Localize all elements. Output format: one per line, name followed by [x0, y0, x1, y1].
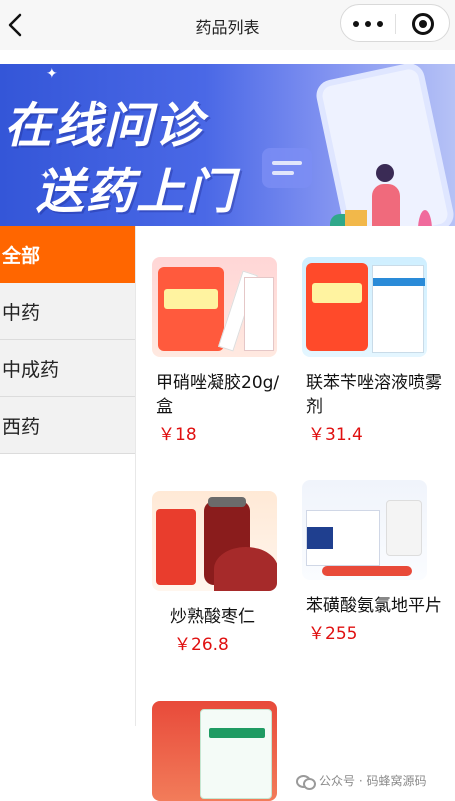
product-name: 甲硝唑凝胶20g/盒 — [156, 373, 280, 417]
watermark: 公众号 · 码蜂窝源码 — [296, 772, 427, 790]
product-box-illustration — [200, 709, 272, 799]
product-box-illustration — [372, 265, 425, 353]
doctor-illustration — [372, 184, 400, 226]
product-name: 炒熟酸枣仁 — [170, 607, 255, 627]
seeds-illustration — [214, 547, 277, 591]
promo-banner[interactable]: ✦ ✦ 在线问诊 送药上门 — [0, 64, 455, 226]
promo-tag — [156, 509, 196, 585]
promo-tag — [158, 267, 224, 351]
capsule-divider — [395, 14, 396, 34]
product-box-illustration — [306, 510, 380, 566]
wechat-icon — [296, 774, 316, 790]
product-card[interactable]: 甲硝唑凝胶20g/盒 ￥18 — [152, 257, 292, 445]
mini-program-capsule — [340, 4, 450, 42]
parcel-icon — [345, 210, 367, 226]
product-price: ￥31.4 — [308, 425, 363, 445]
product-price: ￥18 — [158, 425, 197, 445]
category-item-western[interactable]: 西药 — [0, 397, 135, 454]
promo-tag — [306, 263, 368, 351]
banner-headline-1: 在线问诊 — [4, 98, 205, 154]
product-box-illustration — [244, 277, 274, 351]
product-name: 联苯苄唑溶液喷雾剂 — [306, 373, 442, 417]
category-sidebar: 全部 中药 中成药 西药 — [0, 226, 136, 726]
product-image[interactable] — [152, 257, 277, 357]
more-dots-icon[interactable] — [353, 21, 383, 27]
price-bar-illustration — [322, 566, 412, 576]
sparkle-icon: ✦ — [46, 66, 58, 82]
product-card[interactable] — [152, 701, 292, 801]
product-price: ￥26.8 — [174, 635, 229, 655]
category-item-all[interactable]: 全部 — [0, 226, 135, 283]
product-image[interactable] — [152, 701, 277, 801]
watermark-text: 公众号 · 码蜂窝源码 — [319, 774, 427, 788]
doctor-illustration-head — [376, 164, 394, 182]
product-image[interactable] — [302, 480, 427, 580]
product-price: ￥255 — [308, 624, 358, 644]
product-image[interactable] — [152, 491, 277, 591]
product-image[interactable] — [302, 257, 427, 357]
banner-headline-2: 送药上门 — [36, 164, 237, 220]
product-card[interactable]: 联苯苄唑溶液喷雾剂 ￥31.4 — [302, 257, 442, 445]
blister-pack-illustration — [386, 500, 422, 556]
chat-bubble-icon — [262, 148, 312, 188]
product-card[interactable]: 炒熟酸枣仁 ￥26.8 — [152, 491, 302, 655]
category-item-chinese-patent[interactable]: 中成药 — [0, 340, 135, 397]
nav-bar: 药品列表 — [0, 0, 455, 50]
target-circle-icon[interactable] — [412, 13, 434, 35]
product-card[interactable]: 苯磺酸氨氯地平片 ￥255 — [302, 480, 442, 644]
category-item-chinese-herbal[interactable]: 中药 — [0, 283, 135, 340]
product-name: 苯磺酸氨氯地平片 — [306, 596, 442, 616]
